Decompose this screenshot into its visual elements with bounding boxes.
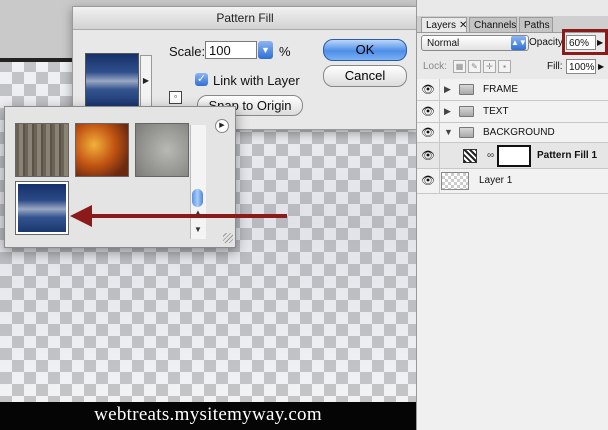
layer-row-text[interactable]: 👁 ▶ TEXT bbox=[417, 101, 608, 123]
layer-name: Layer 1 bbox=[479, 175, 513, 186]
lock-image-icon[interactable]: ✎ bbox=[468, 60, 481, 73]
link-chain-icon[interactable]: ∞ bbox=[487, 150, 494, 161]
fill-input[interactable]: 100% bbox=[566, 59, 596, 74]
tab-paths[interactable]: Paths bbox=[519, 17, 553, 32]
collapse-triangle-icon[interactable]: ▼ bbox=[444, 127, 453, 137]
blend-mode-dropdown-icon[interactable]: ▲▼ bbox=[511, 36, 527, 50]
lock-position-icon[interactable]: ✛ bbox=[483, 60, 496, 73]
layer-name: FRAME bbox=[483, 84, 518, 95]
opacity-slider-arrow-icon[interactable]: ▶ bbox=[597, 35, 605, 50]
layer-row-layer-1[interactable]: 👁 Layer 1 bbox=[417, 169, 608, 194]
opacity-input[interactable]: 60% bbox=[566, 35, 596, 50]
tab-channels[interactable]: Channels bbox=[469, 17, 517, 32]
watermark-text: webtreats.mysitemyway.com bbox=[0, 402, 416, 430]
pattern-fill-thumbnail[interactable] bbox=[463, 149, 477, 163]
layer-name: Pattern Fill 1 bbox=[537, 150, 598, 161]
fill-slider-arrow-icon[interactable]: ▶ bbox=[598, 59, 604, 74]
close-icon[interactable]: ✕ bbox=[459, 20, 467, 31]
fill-label: Fill: bbox=[547, 61, 563, 72]
expand-triangle-icon[interactable]: ▶ bbox=[444, 84, 451, 95]
folder-icon bbox=[459, 84, 474, 95]
opacity-label: Opacity: bbox=[529, 37, 566, 48]
layer-row-pattern-fill[interactable]: 👁 ∞ Pattern Fill 1 bbox=[417, 143, 608, 169]
eye-icon[interactable]: 👁 bbox=[420, 149, 436, 163]
layer-row-frame[interactable]: 👁 ▶ FRAME bbox=[417, 79, 608, 101]
tab-layers[interactable]: Layers ✕ bbox=[421, 17, 467, 32]
layer-row-background[interactable]: 👁 ▼ BACKGROUND bbox=[417, 123, 608, 143]
annotation-arrow bbox=[70, 205, 287, 227]
layer-name: BACKGROUND bbox=[483, 127, 555, 138]
eye-icon[interactable]: 👁 bbox=[420, 105, 436, 119]
eye-icon[interactable]: 👁 bbox=[420, 174, 436, 188]
eye-icon[interactable]: 👁 bbox=[420, 83, 436, 97]
folder-icon bbox=[459, 127, 474, 138]
folder-icon bbox=[459, 106, 474, 117]
expand-triangle-icon[interactable]: ▶ bbox=[444, 106, 451, 117]
layer-name: TEXT bbox=[483, 106, 509, 117]
layers-empty-area bbox=[417, 194, 608, 430]
lock-transparency-icon[interactable]: ▦ bbox=[453, 60, 466, 73]
eye-icon[interactable]: 👁 bbox=[420, 126, 436, 140]
layers-panel: Layers ✕ Channels Paths Normal ▲▼ Opacity… bbox=[416, 0, 608, 430]
layer-thumbnail[interactable] bbox=[441, 172, 469, 190]
layer-mask-thumbnail[interactable] bbox=[497, 145, 531, 167]
lock-label: Lock: bbox=[423, 61, 447, 72]
lock-all-icon[interactable]: ▪ bbox=[498, 60, 511, 73]
